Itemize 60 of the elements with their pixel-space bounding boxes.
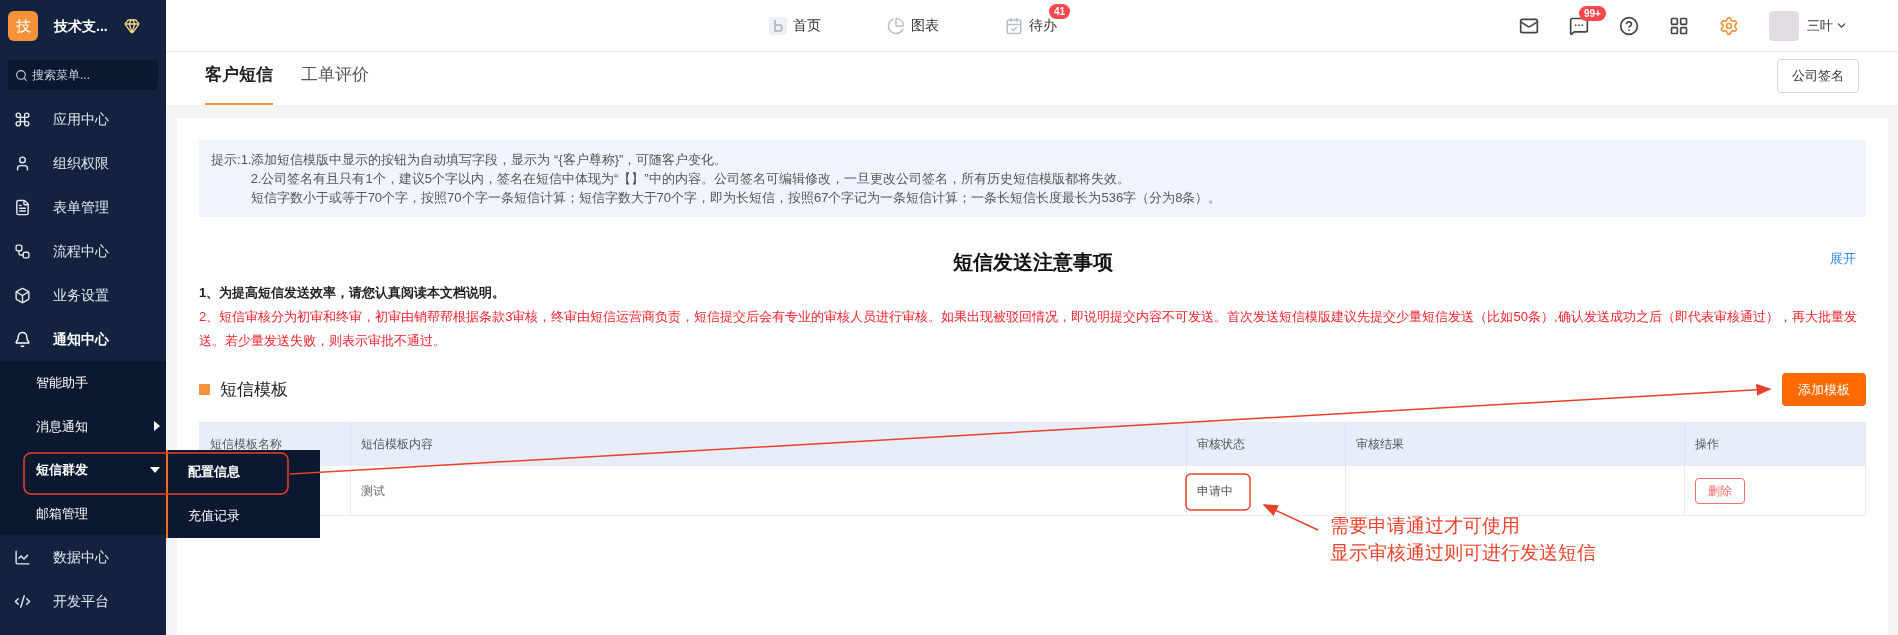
count-badge: 41: [1049, 4, 1071, 19]
code-icon: [14, 592, 31, 610]
column-header: 短信模板内容: [351, 423, 1187, 465]
chat-icon[interactable]: [1569, 15, 1589, 36]
menu-item[interactable]: 数据中心: [0, 535, 166, 579]
menu-item[interactable]: 通知中心: [0, 317, 166, 361]
submenu-item[interactable]: 邮箱管理: [0, 491, 166, 535]
user-name[interactable]: 三叶: [1807, 15, 1833, 36]
menu-item[interactable]: 业务设置: [0, 273, 166, 317]
calendar-icon: [1005, 16, 1023, 35]
submenu-item[interactable]: 消息通知: [0, 404, 166, 448]
menu-item[interactable]: 应用中心: [0, 97, 166, 141]
notice-paragraph: 1、为提高短信发送效率，请您认真阅读本文档说明。: [199, 284, 507, 302]
grid-icon[interactable]: [1669, 15, 1689, 36]
notice-paragraph: 2、短信审核分为初审和终审，初审由销帮帮根据条款3审核，终审由短信运营商负责，短信提交后会有专业的审核人员进行审核。如果出现被驳回情况，即说明提交内容不可发送。首次发送短信模版建议先提交少量短信发送（比如50条）,确认发送成功之后（即代表审核通过），再大批量发送。若少量发送失败，则表示审批不通过。: [199, 308, 1858, 350]
search-icon: [15, 69, 28, 82]
hint-text: 短信字数小于或等于70个字，按照70个字一条短信计算；短信字数大于70个字，即为长短信，按照67个字记为一条短信计算；一条长短信长度最长为536字（分为8条）。: [249, 189, 1222, 207]
expand-link[interactable]: 展开: [1830, 249, 1856, 269]
line-chart-icon: [14, 548, 31, 566]
menu-item[interactable]: 流程中心: [0, 229, 166, 273]
annotation-note: 需要申请通过才可使用: [1330, 514, 1521, 538]
hint-text: 2.公司签名有且只有1个，建议5个字以内，签名在短信中体现为“【】”中的内容。公司签名可编辑修改，一旦更改公司签名，所有历史短信模版都将失效。: [249, 170, 1131, 188]
column-header: 审核结果: [1346, 423, 1685, 465]
nav-link[interactable]: 图表: [887, 15, 939, 36]
submenu-item[interactable]: 智能助手: [0, 361, 166, 405]
bell-icon: [14, 330, 31, 348]
search-field[interactable]: 搜索菜单...: [8, 60, 158, 90]
company-sign-button[interactable]: 公司签名: [1777, 59, 1859, 93]
b-logo-icon: [769, 16, 787, 35]
workflow-icon: [14, 242, 31, 260]
org-name[interactable]: 技术支...: [54, 15, 108, 37]
table-cell: 申请中: [1187, 466, 1346, 515]
section-marker-icon: [199, 384, 210, 395]
tab[interactable]: 客户短信: [205, 60, 273, 105]
submenu-item[interactable]: 短信群发: [0, 448, 166, 492]
hint-label: 提示:: [211, 151, 241, 169]
diamond-icon: [123, 18, 140, 34]
section-title: 短信模板: [220, 378, 288, 401]
menu-item[interactable]: 开发平台: [0, 579, 166, 623]
pie-chart-icon: [887, 16, 905, 35]
column-header: 审核状态: [1187, 423, 1346, 465]
menu-item[interactable]: 组织权限: [0, 141, 166, 185]
annotation-note: 显示审核通过则可进行发送短信: [1330, 541, 1596, 565]
hint-text: 1.添加短信模版中显示的按钮为自动填写字段，显示为 “{客户尊称}”，可随客户变化。: [240, 151, 729, 169]
document-icon: [14, 198, 31, 216]
column-header: 操作: [1694, 436, 1720, 453]
tab[interactable]: 工单评价: [301, 60, 369, 105]
highlight-outline: [1185, 473, 1251, 511]
help-icon[interactable]: [1619, 15, 1639, 36]
menu-item[interactable]: 表单管理: [0, 185, 166, 229]
table-cell: 测试: [351, 466, 1187, 515]
notice-title: 短信发送注意事项: [952, 250, 1113, 275]
flyout-item[interactable]: 充值记录: [168, 494, 320, 538]
nav-link[interactable]: 首页: [769, 15, 821, 36]
user-icon: [14, 154, 31, 172]
logo: 技: [8, 11, 38, 41]
cube-icon: [14, 286, 31, 304]
arrow: [1262, 504, 1319, 531]
command-icon: [14, 110, 31, 128]
count-badge: 99+: [1579, 5, 1606, 21]
